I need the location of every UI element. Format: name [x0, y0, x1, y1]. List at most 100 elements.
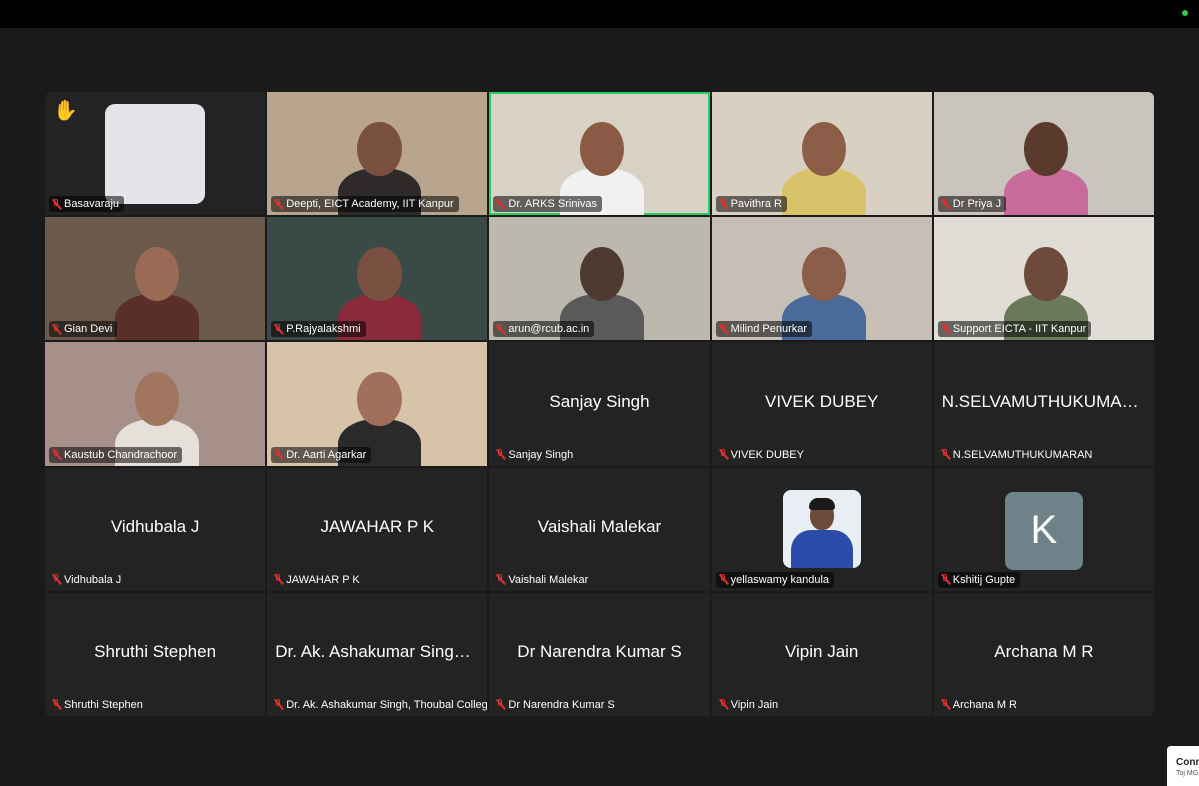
participant-tile[interactable]: Milind Penurkar — [711, 217, 932, 341]
participant-name: Deepti, EICT Academy, IIT Kanpur — [286, 198, 454, 211]
muted-mic-icon — [941, 699, 950, 710]
participant-display-name: JAWAHAR P K — [320, 517, 435, 537]
participant-name: Vaishali Malekar — [508, 573, 589, 586]
participant-tile[interactable]: Dr. ARKS Srinivas — [489, 92, 710, 216]
participant-name-label: Kshitij Gupte — [937, 571, 1021, 588]
participant-display-name: Archana M R — [994, 642, 1094, 662]
participant-video-head — [357, 121, 402, 176]
participant-tile[interactable]: Gian Devi — [45, 217, 266, 341]
participant-name-label: Shruthi Stephen — [49, 697, 148, 713]
participant-tile[interactable]: Vaishali Malekar Vaishali Malekar — [489, 467, 710, 591]
muted-mic-icon — [719, 574, 728, 585]
muted-mic-icon — [719, 699, 728, 710]
avatar: K — [1004, 491, 1083, 570]
participant-name-label: Vipin Jain — [716, 697, 784, 713]
muted-mic-icon — [941, 323, 950, 335]
participant-tile[interactable]: Archana M R Archana M R — [933, 592, 1154, 716]
participant-name: JAWAHAR P K — [286, 573, 360, 586]
participant-name: Kaustub Chandrachoor — [64, 448, 178, 461]
top-bar — [0, 0, 1199, 28]
raised-hand-icon: ✋ — [53, 100, 78, 122]
participant-name-label: Dr Priya J — [937, 196, 1007, 213]
participant-name-label: Dr. Ak. Ashakumar Singh, Thoubal College — [271, 697, 487, 713]
participant-tile[interactable]: Dr. Ak. Ashakumar Singh,... Dr. Ak. Ashak… — [267, 592, 488, 716]
participant-name-label: yellaswamy kandula — [715, 571, 835, 588]
participant-video-head — [801, 246, 846, 301]
participant-name: arun@rcub.ac.in — [508, 323, 590, 336]
participant-tile[interactable]: Support EICTA - IIT Kanpur — [933, 217, 1154, 341]
participant-tile[interactable]: Dr Narendra Kumar S Dr Narendra Kumar S — [489, 592, 710, 716]
participant-video-head — [1024, 121, 1069, 176]
muted-mic-icon — [496, 449, 505, 460]
participant-display-name: VIVEK DUBEY — [765, 391, 879, 411]
participant-name: Pavithra R — [730, 198, 782, 211]
participant-name: Vipin Jain — [730, 698, 779, 711]
participant-name: Archana M R — [952, 698, 1017, 711]
muted-mic-icon — [941, 449, 950, 460]
participant-video-head — [135, 371, 180, 427]
participant-tile[interactable]: Vidhubala J Vidhubala J — [45, 467, 266, 591]
participant-name: Vidhubala J — [64, 573, 122, 586]
avatar — [782, 489, 861, 568]
muted-mic-icon — [719, 323, 728, 335]
participant-name-label: Archana M R — [938, 697, 1022, 713]
participant-tile[interactable]: Sanjay Singh Sanjay Singh — [489, 342, 710, 466]
muted-mic-icon — [941, 574, 950, 585]
participant-name: Support EICTA - IIT Kanpur — [952, 323, 1087, 336]
gallery-grid: ✋ Basavaraju Deepti, EICT Academy, IIT Kan… — [45, 92, 1154, 716]
participant-tile[interactable]: yellaswamy kandula — [711, 467, 932, 591]
muted-mic-icon — [274, 449, 283, 460]
muted-mic-icon — [274, 323, 283, 335]
participant-name-label: Sanjay Singh — [493, 447, 578, 463]
participant-name-label: Vidhubala J — [49, 572, 126, 588]
participant-video-head — [579, 121, 624, 176]
participant-name: Dr Priya J — [952, 198, 1002, 211]
participant-video-head — [357, 246, 402, 301]
participant-tile[interactable]: Dr. Aarti Agarkar — [267, 342, 488, 466]
participant-display-name: Sanjay Singh — [549, 391, 650, 411]
participant-name-label: Dr. ARKS Srinivas — [493, 196, 603, 213]
participant-name: Dr. ARKS Srinivas — [508, 198, 598, 211]
participant-name: Dr. Ak. Ashakumar Singh, Thoubal College — [286, 698, 488, 711]
participant-name-label: Dr. Aarti Agarkar — [271, 446, 372, 463]
participant-tile[interactable]: Kaustub Chandrachoor — [45, 342, 266, 466]
participant-name-label: JAWAHAR P K — [271, 572, 365, 588]
avatar-hair — [808, 497, 835, 510]
participant-tile[interactable]: Deepti, EICT Academy, IIT Kanpur — [267, 92, 488, 216]
muted-mic-icon — [52, 449, 61, 460]
muted-mic-icon — [274, 574, 283, 585]
participant-name-label: Basavaraju — [49, 196, 125, 213]
participant-tile[interactable]: Dr Priya J — [933, 92, 1154, 216]
participant-name-label: Pavithra R — [715, 196, 787, 213]
participant-tile[interactable]: JAWAHAR P K JAWAHAR P K — [267, 467, 488, 591]
participant-name: Gian Devi — [64, 323, 113, 336]
muted-mic-icon — [719, 449, 728, 460]
participant-name: N.SELVAMUTHUKUMARAN — [952, 448, 1093, 461]
participant-tile[interactable]: Vipin Jain Vipin Jain — [711, 592, 932, 716]
participant-name-label: Gian Devi — [49, 321, 118, 338]
participant-tile[interactable]: N.SELVAMUTHUKUMARAN N.SELVAMUTHUKUMARAN — [933, 342, 1154, 466]
participant-tile[interactable]: VIVEK DUBEY VIVEK DUBEY — [711, 342, 932, 466]
participant-name: Kshitij Gupte — [952, 573, 1016, 586]
participant-tile[interactable]: ✋ Basavaraju — [45, 92, 266, 216]
participant-display-name: Shruthi Stephen — [94, 642, 217, 662]
participant-name-label: N.SELVAMUTHUKUMARAN — [938, 447, 1098, 463]
participant-tile[interactable]: P.Rajyalakshmi — [267, 217, 488, 341]
status-indicator — [1182, 10, 1188, 16]
muted-mic-icon — [52, 323, 61, 335]
participant-display-name: Dr. Ak. Ashakumar Singh,... — [275, 642, 483, 662]
participant-tile[interactable]: Pavithra R — [711, 92, 932, 216]
participant-name: Basavaraju — [64, 198, 120, 211]
notification-popup[interactable]: Conn Toj MG — [1167, 746, 1199, 786]
muted-mic-icon — [52, 198, 61, 210]
muted-mic-icon — [496, 574, 505, 585]
participant-tile[interactable]: K Kshitij Gupte — [933, 467, 1154, 591]
muted-mic-icon — [274, 699, 283, 710]
participant-name-label: VIVEK DUBEY — [716, 447, 809, 463]
muted-mic-icon — [719, 198, 728, 210]
muted-mic-icon — [496, 198, 505, 210]
participant-display-name: N.SELVAMUTHUKUMARAN — [941, 391, 1154, 411]
participant-tile[interactable]: Shruthi Stephen Shruthi Stephen — [45, 592, 266, 716]
participant-name-label: Dr Narendra Kumar S — [493, 697, 619, 713]
participant-tile[interactable]: arun@rcub.ac.in — [489, 217, 710, 341]
